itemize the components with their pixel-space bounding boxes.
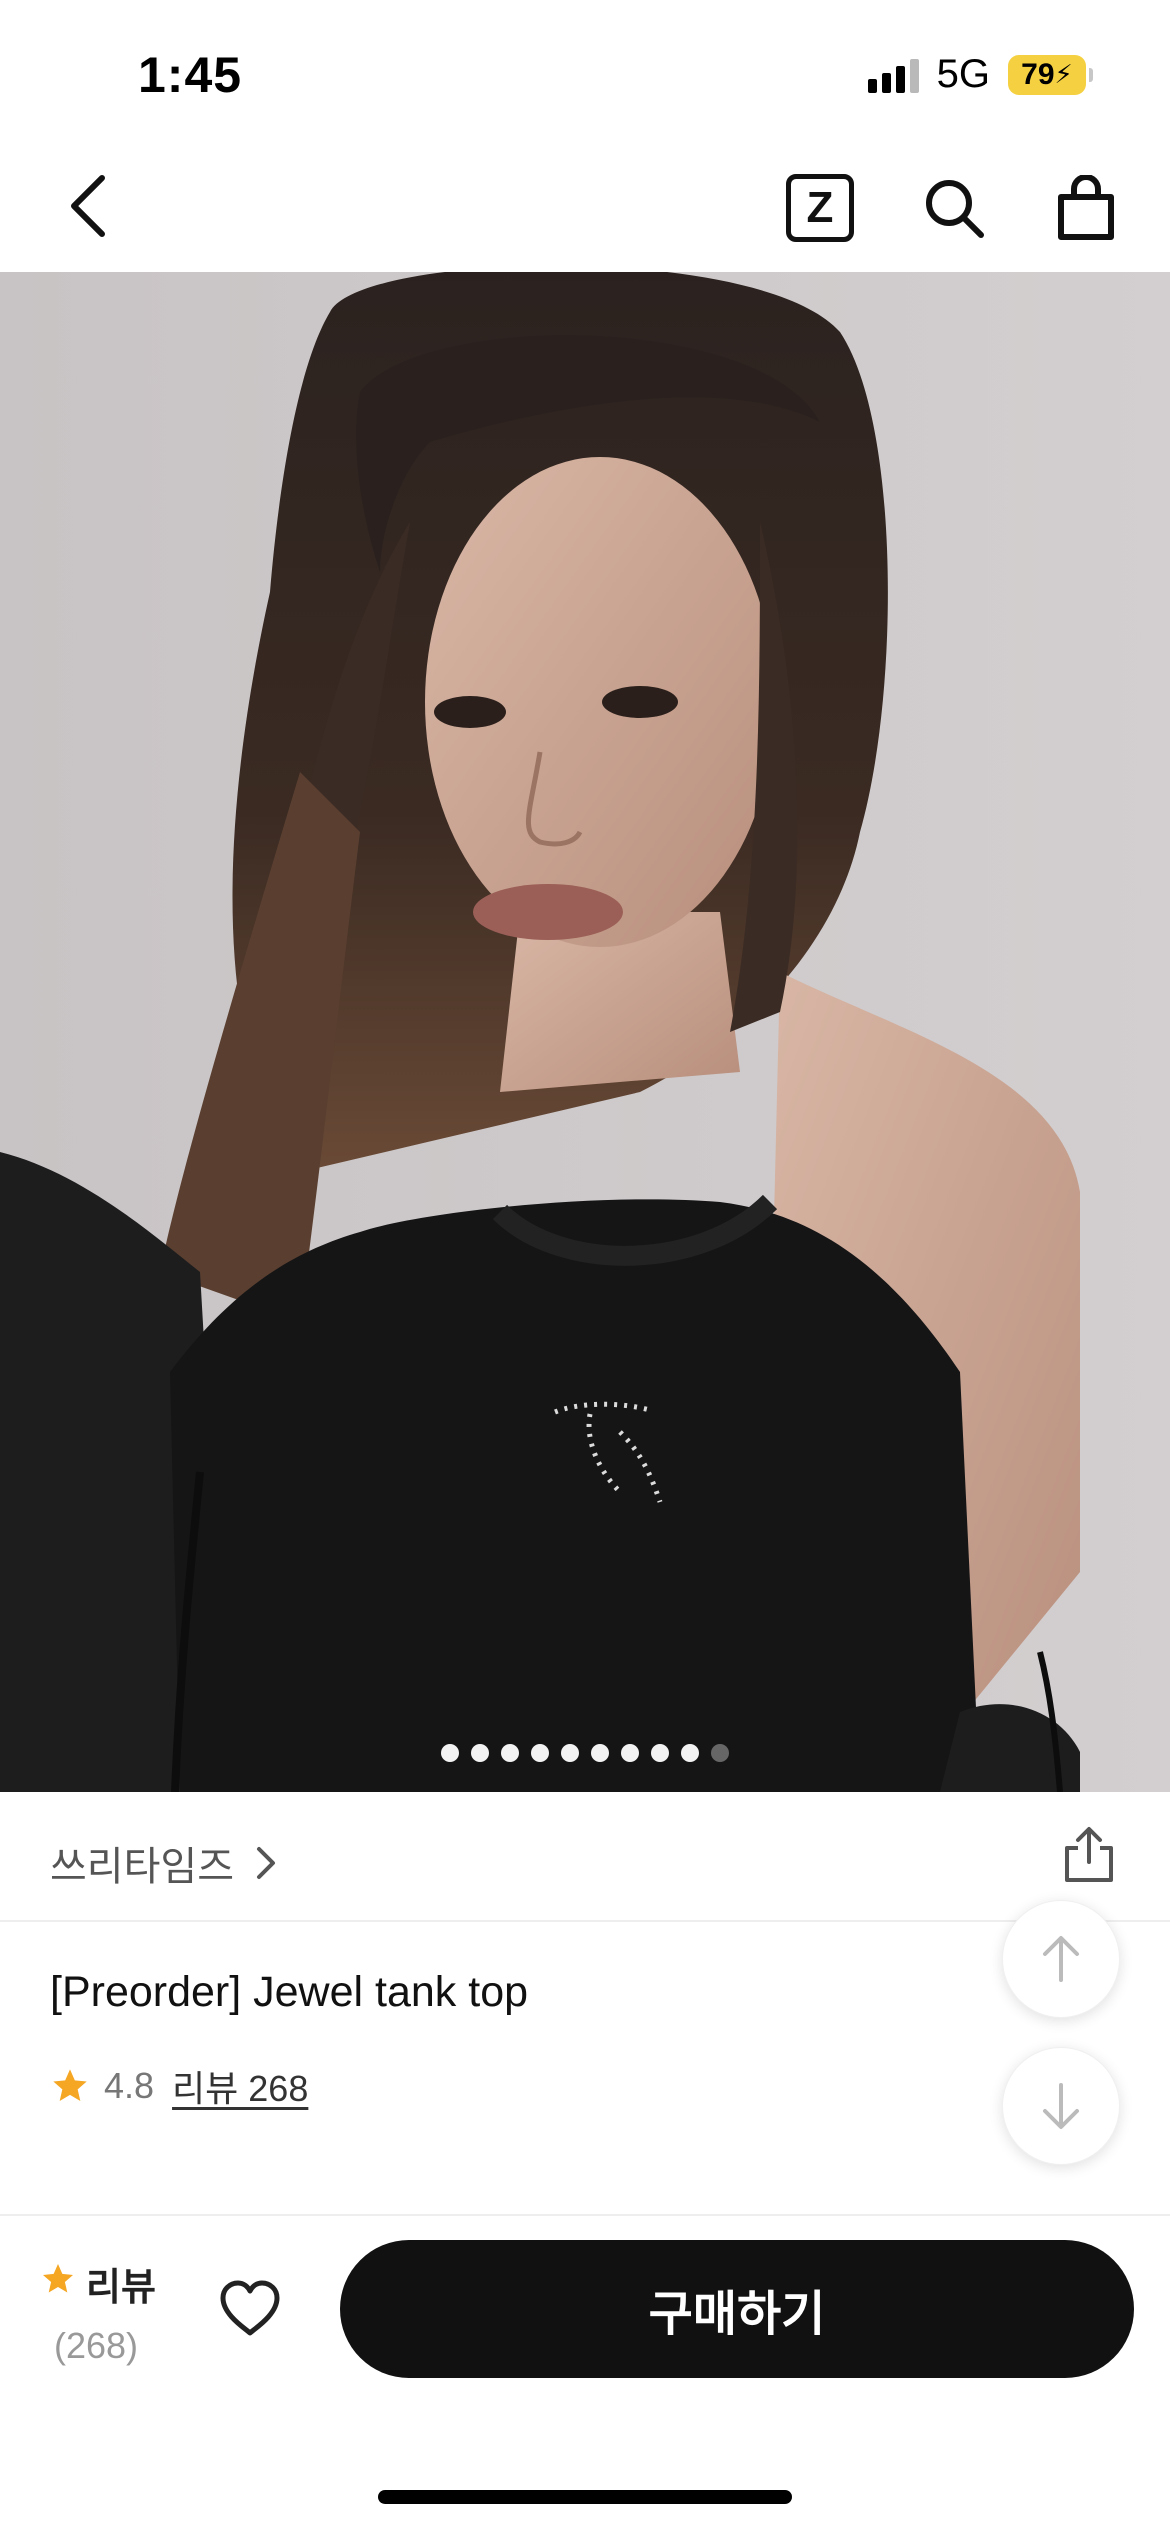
battery-level: 79	[1021, 57, 1055, 91]
review-summary[interactable]: 리뷰 (268)	[40, 2256, 180, 2367]
search-icon	[926, 180, 984, 238]
brand-name: 쓰리타임즈	[50, 1845, 234, 1889]
brand-link[interactable]: 쓰리타임즈	[50, 1834, 284, 1892]
chevron-left-icon	[71, 175, 105, 237]
signal-icon	[867, 57, 919, 93]
shopping-bag-icon	[1058, 175, 1114, 240]
carousel-dot	[621, 1744, 639, 1762]
brand-row: 쓰리타임즈	[0, 1792, 1170, 1922]
chevron-right-icon	[248, 1843, 284, 1883]
buy-button[interactable]: 구매하기	[340, 2240, 1134, 2378]
home-indicator[interactable]	[378, 2490, 792, 2504]
z-logo-icon: Z	[806, 183, 834, 232]
battery-icon: 79 ⚡	[1008, 54, 1093, 95]
carousel-dot	[681, 1744, 699, 1762]
carousel-dot	[501, 1744, 519, 1762]
carousel-dot	[591, 1744, 609, 1762]
status-bar: 1:45 5G 79 ⚡	[0, 0, 1170, 140]
carousel-indicator	[0, 272, 1170, 1792]
review-summary-label: 리뷰	[86, 2267, 156, 2309]
wishlist-button[interactable]	[212, 2270, 288, 2346]
status-time: 1:45	[138, 47, 243, 103]
scroll-top-button[interactable]	[1002, 1900, 1120, 2018]
status-indicators: 5G 79 ⚡	[867, 52, 1093, 97]
star-icon	[40, 2261, 76, 2307]
rating-row: 4.8 리뷰 268	[50, 2060, 308, 2112]
star-icon	[50, 2066, 90, 2106]
arrow-down-icon	[1043, 2083, 1079, 2129]
review-summary-count: (268)	[54, 2325, 139, 2366]
heart-icon	[220, 2280, 280, 2336]
carousel-dot	[441, 1744, 459, 1762]
review-link[interactable]: 리뷰 268	[172, 2060, 308, 2112]
scroll-down-button[interactable]	[1002, 2047, 1120, 2165]
cart-button[interactable]	[1048, 170, 1124, 246]
search-button[interactable]	[916, 170, 992, 246]
carousel-dot	[531, 1744, 549, 1762]
carousel-dot	[711, 1744, 729, 1762]
divider	[0, 2214, 1170, 2216]
back-button[interactable]	[52, 170, 124, 242]
arrow-up-icon	[1043, 1936, 1079, 1982]
rating-value: 4.8	[104, 2065, 155, 2106]
product-image-carousel[interactable]	[0, 272, 1170, 1792]
nav-bar: Z	[0, 140, 1170, 272]
share-button[interactable]	[1058, 1824, 1120, 1886]
carousel-dot	[651, 1744, 669, 1762]
carousel-dot	[471, 1744, 489, 1762]
zigzag-button[interactable]: Z	[786, 174, 854, 242]
carousel-dot	[561, 1744, 579, 1762]
network-label: 5G	[936, 52, 990, 96]
product-title: [Preorder] Jewel tank top	[50, 1968, 529, 2016]
share-icon	[1065, 1827, 1113, 1882]
